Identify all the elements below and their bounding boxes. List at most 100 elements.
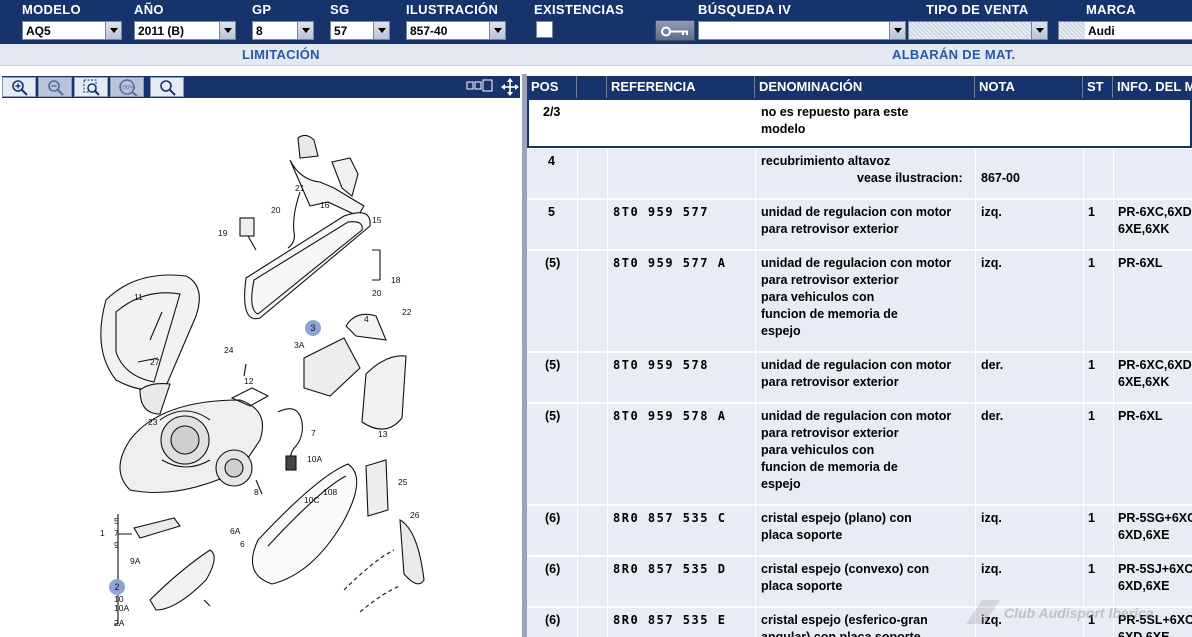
cell-see-label: vease ilustracion:	[857, 171, 963, 185]
callout-label: 21	[295, 183, 305, 193]
col-pos[interactable]: POS	[527, 76, 577, 98]
callout-label: 19	[218, 228, 228, 238]
callout-label: 13	[378, 429, 388, 439]
zoom-area-button[interactable]	[74, 77, 108, 97]
ilustracion-select[interactable]: 857-40	[406, 21, 506, 40]
marca-select[interactable]: Audi	[1058, 21, 1192, 40]
chevron-down-icon[interactable]	[373, 22, 389, 39]
callout-label: 3A	[294, 340, 305, 350]
table-row[interactable]: 4 recubrimiento altavoz vease ilustracio…	[527, 149, 1192, 199]
zoom-in-button[interactable]	[2, 77, 36, 97]
chevron-down-icon[interactable]	[105, 22, 121, 39]
limitacion-label[interactable]: LIMITACIÓN	[242, 47, 320, 62]
busqueda-select[interactable]	[698, 21, 906, 40]
viewer-toolbar: 100%	[2, 76, 520, 98]
col-st[interactable]: ST	[1083, 76, 1113, 98]
cell-denominacion: cristal espejo (plano) con placa soporte	[761, 511, 912, 542]
cell-info: PR-6XC,6XD 6XE,6XK	[1118, 358, 1192, 389]
anio-value: 2011 (B)	[138, 24, 185, 38]
col-referencia[interactable]: REFERENCIA	[607, 76, 755, 98]
cell-pos: (5)	[545, 358, 561, 372]
zoom-100-button[interactable]: 100%	[110, 77, 144, 97]
table-row[interactable]: 2/3 no es repuesto para este modelo	[527, 98, 1192, 148]
callout-label: 15	[372, 215, 382, 225]
cell-st: 1	[1088, 562, 1095, 576]
key-search-button[interactable]	[655, 20, 695, 41]
watermark-logo-icon: Club Audisport Iberica	[966, 600, 1154, 624]
cell-see-value[interactable]: 867-00	[981, 170, 1020, 187]
fit-view-button[interactable]	[465, 78, 495, 96]
fit-view-icon	[466, 79, 493, 92]
albaran-label[interactable]: ALBARÁN DE MAT.	[892, 47, 1015, 62]
cell-referencia[interactable]: 8T0 959 578 A	[613, 408, 726, 425]
gp-select[interactable]: 8	[252, 21, 314, 40]
cell-referencia[interactable]: 8R0 857 535 E	[613, 612, 726, 629]
callout-label: 24	[224, 345, 234, 355]
search-button[interactable]	[150, 77, 184, 97]
callout-label: 7	[311, 428, 316, 438]
chevron-down-icon[interactable]	[297, 22, 313, 39]
move-pane-handle[interactable]	[500, 77, 520, 97]
callout-label: 6A	[230, 526, 241, 536]
cell-pos: 2/3	[543, 105, 561, 119]
callout-label: 6	[240, 539, 245, 549]
existencias-checkbox[interactable]	[536, 21, 553, 38]
gp-value: 8	[256, 24, 263, 38]
chevron-down-icon[interactable]	[889, 22, 905, 39]
cell-st: 1	[1088, 511, 1095, 525]
cell-pos: (6)	[545, 511, 561, 525]
cell-pos: 5	[548, 205, 555, 219]
zoom-out-button[interactable]	[38, 77, 72, 97]
filter-gp-label: GP	[252, 2, 272, 17]
callout-label: 2	[114, 582, 119, 592]
chevron-down-icon[interactable]	[219, 22, 235, 39]
cell-referencia[interactable]: 8R0 857 535 D	[613, 561, 726, 578]
callout-label: 22	[402, 307, 412, 317]
cell-referencia[interactable]: 8T0 959 577	[613, 204, 709, 221]
zoom-out-icon	[48, 80, 64, 96]
table-row[interactable]: (6) 8R0 857 535 C cristal espejo (plano)…	[527, 506, 1192, 556]
zoom-100-icon: 100%	[119, 79, 138, 97]
filter-anio: AÑO 2011 (B)	[134, 0, 236, 44]
zoom-in-icon	[12, 80, 28, 96]
cell-denominacion: unidad de regulacion con motor para retr…	[761, 256, 952, 338]
callout-label: 2A	[114, 618, 125, 628]
modelo-select[interactable]: AQ5	[22, 21, 122, 40]
modelo-value: AQ5	[26, 24, 51, 38]
filter-tipo-venta: TIPO DE VENTA	[908, 0, 1048, 44]
callout-label: 10A	[114, 603, 129, 613]
table-row[interactable]: (5) 8T0 959 578 unidad de regulacion con…	[527, 353, 1192, 403]
filter-busqueda: BÚSQUEDA IV	[698, 0, 906, 44]
cell-nota: der.	[981, 358, 1004, 372]
table-row[interactable]: (5) 8T0 959 577 A unidad de regulacion c…	[527, 251, 1192, 352]
cell-pos: (6)	[545, 562, 561, 576]
exploded-view-drawing[interactable]: 21 16 15 20 19 18 20 11 22 4 3A 24 27 12…	[0, 100, 524, 637]
tipo-venta-select[interactable]	[908, 21, 1048, 40]
cell-info: PR-6XC,6XD 6XE,6XK	[1118, 205, 1192, 236]
move-arrows-icon	[501, 78, 519, 96]
col-denominacion[interactable]: DENOMINACIÓN	[755, 76, 975, 98]
col-info[interactable]: INFO. DEL M	[1113, 76, 1192, 98]
filter-ilustracion-label: ILUSTRACIÓN	[406, 2, 499, 17]
anio-select[interactable]: 2011 (B)	[134, 21, 236, 40]
cell-denominacion: cristal espejo (esferico-gran angular) c…	[761, 613, 928, 637]
chevron-down-icon[interactable]	[1031, 22, 1047, 39]
cell-referencia[interactable]: 8R0 857 535 C	[613, 510, 726, 527]
limitation-bar: LIMITACIÓN ALBARÁN DE MAT.	[0, 44, 1192, 66]
table-row[interactable]: 5 8T0 959 577 unidad de regulacion con m…	[527, 200, 1192, 250]
callout-label: 4	[364, 314, 369, 324]
chevron-down-icon[interactable]	[489, 22, 505, 39]
callout-label: 5	[114, 516, 119, 526]
zoom-area-icon	[83, 79, 100, 96]
table-row[interactable]: (5) 8T0 959 578 A unidad de regulacion c…	[527, 404, 1192, 505]
cell-referencia[interactable]: 8T0 959 578	[613, 357, 709, 374]
sg-select[interactable]: 57	[330, 21, 390, 40]
cell-st: 1	[1088, 205, 1095, 219]
col-flag[interactable]	[577, 76, 607, 98]
callout-label: 25	[398, 477, 408, 487]
cell-referencia[interactable]: 8T0 959 577 A	[613, 255, 726, 272]
col-nota[interactable]: NOTA	[975, 76, 1083, 98]
marca-value: Audi	[1088, 24, 1115, 38]
cell-st: 1	[1088, 256, 1095, 270]
cell-denominacion: no es repuesto para este modelo	[761, 105, 909, 136]
